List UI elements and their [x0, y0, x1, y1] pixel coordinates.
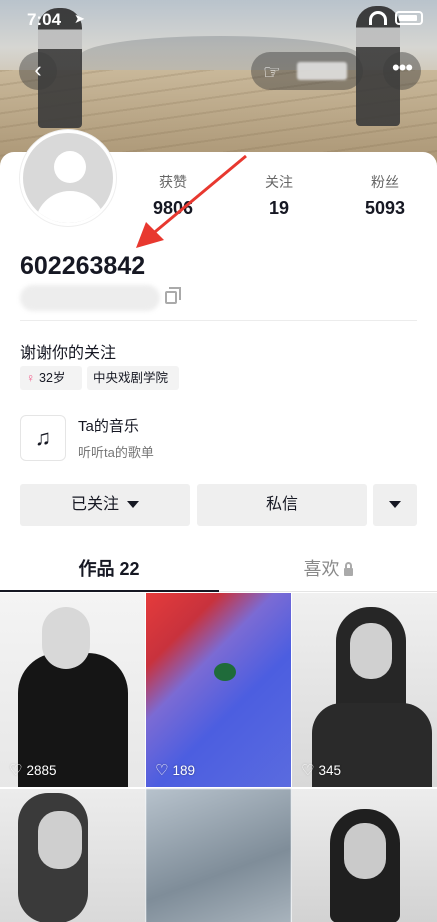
video-likes-count: 2885	[26, 763, 57, 778]
music-subtitle: 听听ta的歌单	[78, 445, 154, 460]
stat-value: 5093	[364, 198, 406, 218]
thumbnail-face	[344, 823, 386, 879]
video-thumbnail[interactable]: ♡ 2885	[0, 593, 145, 787]
video-likes: ♡ 345	[301, 763, 341, 778]
pointing-hand-icon: ☞	[263, 62, 281, 84]
copy-icon[interactable]	[165, 287, 181, 304]
stat-label: 粉丝	[371, 174, 399, 190]
stat-value: 9806	[152, 198, 194, 218]
more-button[interactable]: •••	[383, 52, 421, 90]
caret-down-icon	[127, 501, 139, 509]
video-grid: ♡ 2885 ♡ 189 ♡ 345	[0, 593, 437, 922]
message-button[interactable]: 私信	[197, 484, 367, 526]
video-likes-count: 189	[172, 763, 195, 778]
status-bar: 7:04 ➤	[0, 0, 437, 40]
heart-icon: ♡	[9, 762, 23, 779]
tab-indicator	[0, 590, 219, 592]
followed-label: 已关注	[70, 496, 119, 513]
thumbnail-face	[350, 623, 392, 679]
content-tabs: 作品 22 喜欢	[0, 549, 437, 593]
avatar[interactable]	[20, 130, 116, 226]
age-text: 32岁	[39, 371, 66, 385]
tab-works[interactable]: 作品 22	[0, 549, 218, 593]
video-thumbnail[interactable]: ♡ 189	[146, 593, 291, 787]
avatar-body	[35, 191, 105, 223]
user-id: 602263842	[20, 252, 146, 280]
heart-icon: ♡	[155, 762, 169, 779]
video-likes-count: 345	[318, 763, 341, 778]
avatar-head	[54, 151, 86, 183]
stat-following[interactable]: 关注 19	[234, 172, 324, 219]
blurred-text	[297, 62, 347, 80]
video-thumbnail[interactable]	[0, 789, 145, 922]
tab-works-label: 作品 22	[78, 559, 140, 579]
stat-label: 关注	[265, 174, 293, 190]
back-button[interactable]: ‹	[19, 52, 57, 90]
more-icon: •••	[391, 55, 413, 80]
thumbnail-face	[38, 811, 82, 869]
heart-icon: ♡	[301, 762, 315, 779]
caret-down-icon	[389, 501, 401, 509]
divider	[20, 320, 417, 321]
video-thumbnail[interactable]	[292, 789, 437, 922]
video-likes: ♡ 189	[155, 763, 195, 778]
stat-label: 获赞	[159, 174, 187, 190]
female-gender-icon: ♀	[26, 371, 35, 385]
followed-button[interactable]: 已关注	[20, 484, 190, 526]
bio: 谢谢你的关注	[20, 345, 117, 362]
stat-likes[interactable]: 获赞 9806	[128, 172, 218, 219]
music-note-icon: ♫	[20, 415, 66, 461]
thumbnail-beetle	[214, 663, 236, 681]
battery-icon	[395, 11, 423, 25]
music-title: Ta的音乐	[78, 418, 139, 435]
status-icons	[369, 11, 423, 25]
expand-button[interactable]	[373, 484, 417, 526]
status-time: 7:04	[27, 10, 62, 29]
guide-pill[interactable]: ☞	[251, 52, 363, 90]
tab-likes[interactable]: 喜欢	[219, 549, 437, 593]
age-tag: ♀ 32岁	[20, 366, 82, 390]
wifi-icon	[369, 11, 387, 25]
blurred-handle	[20, 285, 160, 311]
tab-likes-label: 喜欢	[303, 559, 340, 579]
school-tag: 中央戏剧学院	[87, 366, 179, 390]
music-entry[interactable]: ♫ Ta的音乐 听听ta的歌单	[20, 412, 320, 462]
video-thumbnail[interactable]	[146, 789, 291, 922]
thumbnail-face	[42, 607, 90, 669]
video-thumbnail[interactable]: ♡ 345	[292, 593, 437, 787]
stat-value: 19	[268, 198, 290, 218]
video-likes: ♡ 2885	[9, 763, 57, 778]
stat-followers[interactable]: 粉丝 5093	[340, 172, 430, 219]
location-arrow-icon: ➤	[74, 11, 85, 26]
back-icon: ‹	[34, 57, 42, 82]
message-label: 私信	[265, 496, 298, 513]
lock-icon	[343, 562, 353, 576]
